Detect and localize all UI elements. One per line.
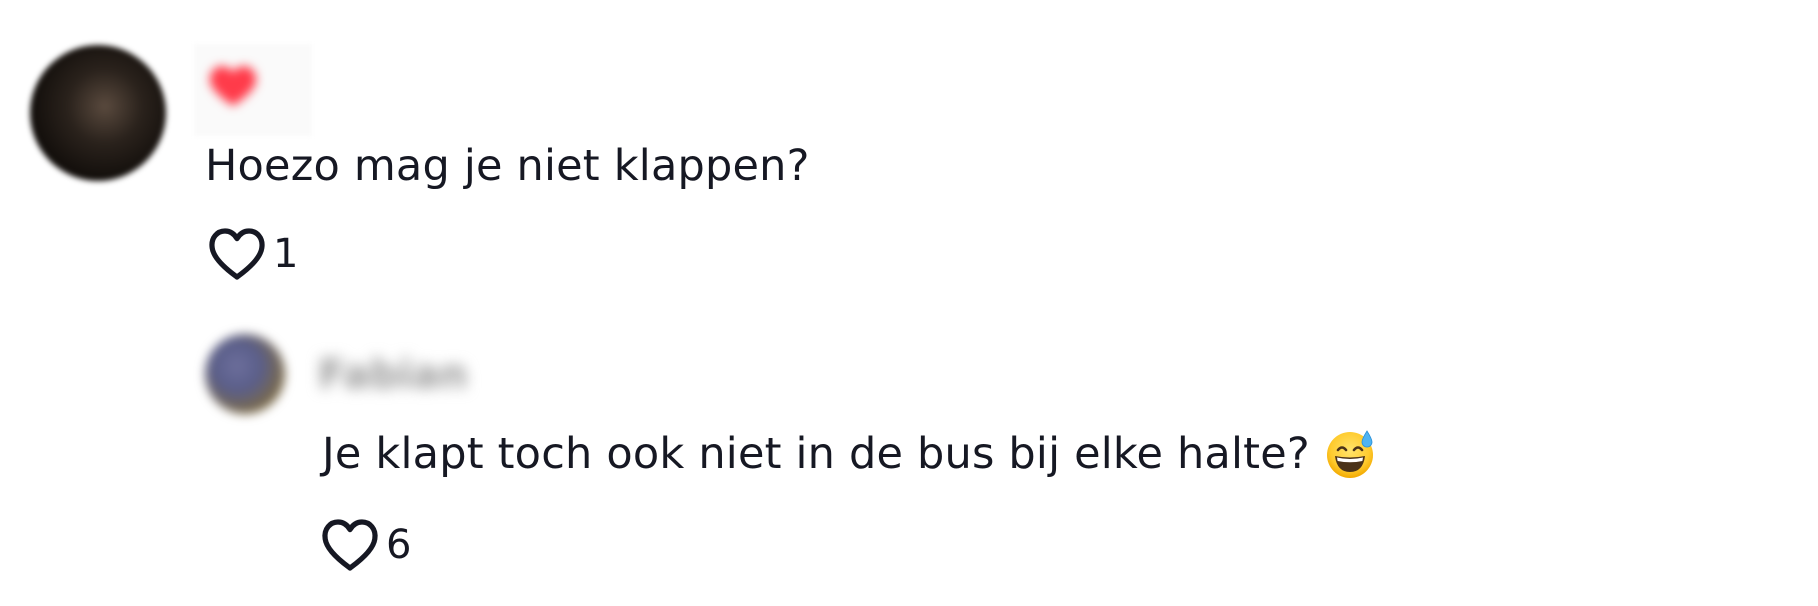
reply-like-count: 6 [386, 522, 412, 568]
reply-username[interactable]: Fabian [318, 352, 508, 398]
reply-text-content: Je klapt toch ook niet in de bus bij elk… [322, 429, 1310, 479]
reply-avatar[interactable] [205, 334, 285, 414]
reply-text: Je klapt toch ook niet in de bus bij elk… [322, 426, 1376, 482]
reply-like-button[interactable]: 6 [320, 516, 411, 574]
heart-outline-icon[interactable] [207, 226, 267, 282]
avatar[interactable] [30, 45, 166, 181]
heart-outline-icon[interactable] [320, 517, 380, 573]
heart-icon [204, 62, 262, 108]
comment-text: Hoezo mag je niet klappen? [205, 141, 810, 191]
like-button[interactable]: 1 [207, 225, 298, 283]
like-count: 1 [273, 231, 299, 277]
grinning-face-with-sweat-icon [1326, 430, 1373, 478]
